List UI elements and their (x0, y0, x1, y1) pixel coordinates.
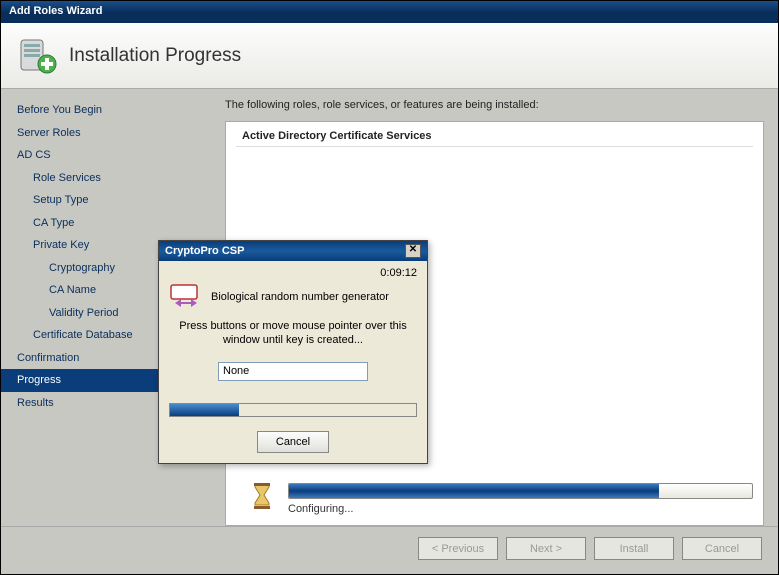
install-button[interactable]: Install (594, 537, 674, 560)
install-head: Active Directory Certificate Services (236, 130, 753, 147)
overall-progress-area: Configuring... (252, 483, 753, 515)
dialog-cancel-button[interactable]: Cancel (257, 431, 329, 453)
dialog-body[interactable]: 0:09:12 Biological random (159, 261, 427, 463)
close-icon[interactable]: ✕ (405, 244, 421, 258)
sidebar-item-setup-type[interactable]: Setup Type (1, 189, 211, 212)
keyboard-rng-icon (169, 281, 201, 313)
page-title: Installation Progress (69, 45, 241, 67)
sidebar-item-ca-type[interactable]: CA Type (1, 212, 211, 235)
cancel-button[interactable]: Cancel (682, 537, 762, 560)
previous-button[interactable]: < Previous (418, 537, 498, 560)
wizard-footer: < Previous Next > Install Cancel (1, 526, 778, 574)
cryptopro-dialog[interactable]: CryptoPro CSP ✕ 0:09:12 (158, 240, 428, 464)
dialog-instruction: Press buttons or move mouse pointer over… (169, 319, 417, 348)
sidebar-item-role-services[interactable]: Role Services (1, 167, 211, 190)
wizard-header: Installation Progress (1, 23, 778, 89)
rng-progress-bar (169, 403, 417, 417)
rng-status-input[interactable] (218, 362, 368, 381)
next-button[interactable]: Next > (506, 537, 586, 560)
dialog-timer: 0:09:12 (169, 267, 417, 279)
sidebar-item-server-roles[interactable]: Server Roles (1, 122, 211, 145)
overall-progress-bar (288, 483, 753, 499)
window-title: Add Roles Wizard (9, 5, 102, 17)
window-titlebar[interactable]: Add Roles Wizard (1, 1, 778, 23)
dialog-title: CryptoPro CSP (165, 245, 244, 257)
dialog-subtitle: Biological random number generator (211, 291, 389, 303)
install-intro-text: The following roles, role services, or f… (225, 99, 764, 111)
dialog-titlebar[interactable]: CryptoPro CSP ✕ (159, 241, 427, 261)
overall-progress-label: Configuring... (288, 503, 753, 515)
sidebar-item-ad-cs[interactable]: AD CS (1, 144, 211, 167)
sidebar-item-before-you-begin[interactable]: Before You Begin (1, 99, 211, 122)
hourglass-icon (252, 483, 272, 509)
wizard-header-icon (17, 36, 57, 76)
